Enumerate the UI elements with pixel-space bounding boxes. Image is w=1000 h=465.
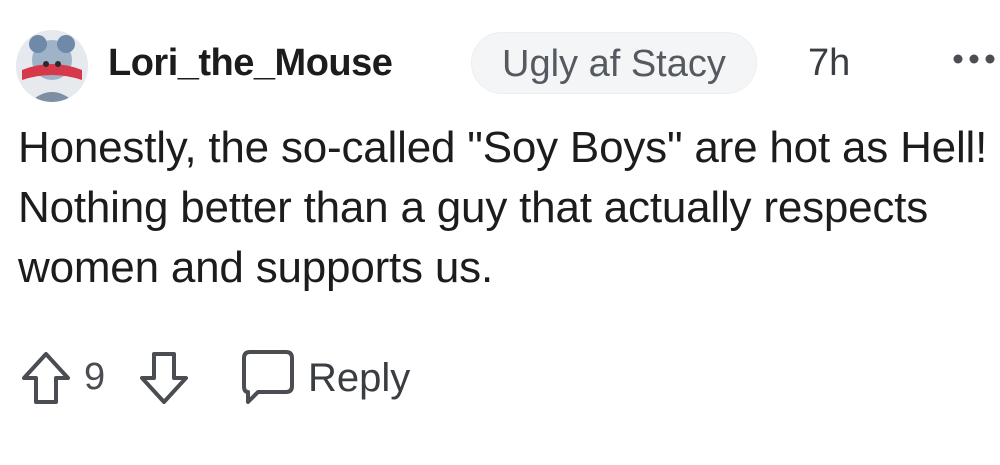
comment-body: Honestly, the so-called "Soy Boys" are h… xyxy=(18,123,988,292)
avatar-icon[interactable] xyxy=(16,30,88,102)
comment-timestamp: 7h xyxy=(808,42,851,84)
downvote-arrow-icon[interactable] xyxy=(136,348,192,408)
username-link[interactable]: Lori_the_Mouse xyxy=(108,42,393,85)
vote-count: 9 xyxy=(84,356,106,398)
speech-bubble-icon[interactable] xyxy=(236,348,300,408)
comment-card: Lori_the_Mouse Ugly af Stacy 7h Honestly… xyxy=(0,0,1000,465)
reply-button[interactable]: Reply xyxy=(308,356,410,401)
comment-header: Lori_the_Mouse Ugly af Stacy 7h xyxy=(16,30,999,102)
user-flair: Ugly af Stacy xyxy=(471,32,757,94)
avatar-image xyxy=(16,30,88,102)
comment-actions: 9 Reply xyxy=(18,348,518,408)
more-options-icon[interactable] xyxy=(949,44,999,74)
upvote-arrow-icon[interactable] xyxy=(18,348,74,408)
